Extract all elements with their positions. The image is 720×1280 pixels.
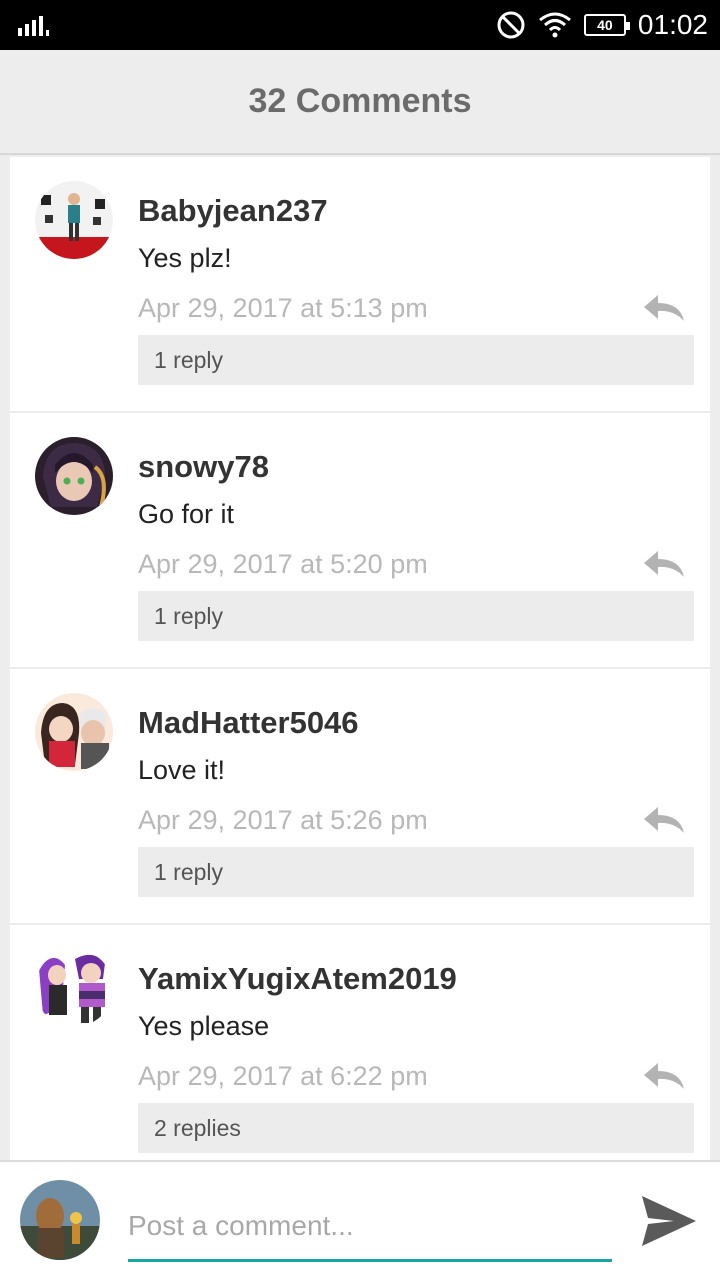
comment-text: Go for it [138,499,235,529]
send-icon[interactable] [640,1194,698,1248]
comment-item: Babyjean237 Yes plz! Apr 29, 2017 at 5:1… [10,157,710,413]
battery-icon: 40 [583,14,630,36]
replies-button[interactable]: 1 reply [138,847,694,897]
comment-input[interactable] [128,1192,612,1262]
replies-button[interactable]: 1 reply [138,591,694,641]
reply-icon[interactable] [642,549,686,579]
comment-item: snowy78 Go for it Apr 29, 2017 at 5:20 p… [10,413,710,669]
status-bar: 40 01:02 [0,0,720,50]
comment-composer [0,1160,720,1280]
comment-text: Love it! [138,755,226,785]
do-not-disturb-icon [497,11,525,39]
avatar[interactable] [35,181,113,259]
battery-level: 40 [597,17,613,33]
wifi-icon [538,12,571,38]
page-title: 32 Comments [248,82,472,120]
header: 32 Comments [0,50,720,155]
reply-icon[interactable] [642,1061,686,1091]
comment-timestamp: Apr 29, 2017 at 5:13 pm [138,293,428,323]
comment-username[interactable]: MadHatter5046 [138,705,359,741]
comment-timestamp: Apr 29, 2017 at 5:26 pm [138,805,428,835]
comment-username[interactable]: YamixYugixAtem2019 [138,961,457,997]
reply-icon[interactable] [642,293,686,323]
comment-list[interactable]: Babyjean237 Yes plz! Apr 29, 2017 at 5:1… [10,157,710,1160]
comment-item: MadHatter5046 Love it! Apr 29, 2017 at 5… [10,669,710,925]
user-avatar[interactable] [20,1180,100,1260]
reply-icon[interactable] [642,805,686,835]
comment-text: Yes please [138,1011,270,1041]
comment-username[interactable]: Babyjean237 [138,193,328,229]
avatar[interactable] [35,437,113,515]
avatar[interactable] [35,693,113,771]
comment-timestamp: Apr 29, 2017 at 5:20 pm [138,549,428,579]
comment-text: Yes plz! [138,243,232,273]
replies-button[interactable]: 1 reply [138,335,694,385]
clock: 01:02 [637,9,708,40]
comment-timestamp: Apr 29, 2017 at 6:22 pm [138,1061,428,1091]
comment-username[interactable]: snowy78 [138,449,269,485]
replies-button[interactable]: 2 replies [138,1103,694,1153]
signal-icon [18,16,49,36]
comment-item: YamixYugixAtem2019 Yes please Apr 29, 20… [10,925,710,1160]
avatar[interactable] [35,949,113,1027]
